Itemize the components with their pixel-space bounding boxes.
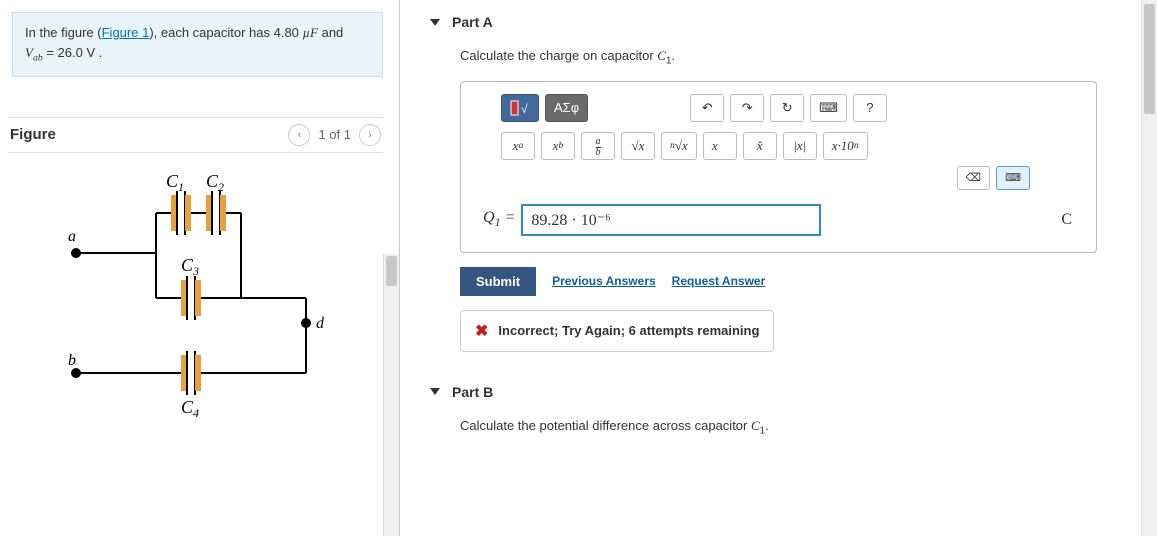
hat-button[interactable]: x̂ (743, 132, 777, 160)
keyboard-small-button[interactable]: ⌨ (996, 166, 1030, 190)
svg-text:C2: C2 (206, 173, 224, 194)
previous-answers-link[interactable]: Previous Answers (552, 274, 656, 288)
sqrt-box-icon[interactable]: √ (501, 94, 539, 122)
figure-scrollbar[interactable] (383, 254, 399, 536)
backspace-button[interactable]: ⌫ (957, 166, 991, 190)
request-answer-link[interactable]: Request Answer (672, 274, 766, 288)
part-a-title: Part A (452, 14, 493, 30)
undo-button[interactable]: ↶ (690, 94, 724, 122)
figure-title: Figure (10, 126, 56, 143)
part-a-header[interactable]: Part A (400, 8, 1157, 36)
answer-input[interactable]: 89.28 · 10⁻⁶ (521, 204, 821, 236)
part-b-title: Part B (452, 384, 493, 400)
part-b-header[interactable]: Part B (400, 378, 1157, 406)
figure-nav-label: 1 of 1 (318, 127, 351, 142)
equation-editor: √ ΑΣφ ↶ ↷ ↻ ⌨ ? xa xb ab √x n√x x⃗ x̂ |x… (460, 81, 1097, 253)
submit-button[interactable]: Submit (460, 267, 536, 296)
figure-header: Figure ‹ 1 of 1 › (8, 117, 383, 153)
figure-prev-button[interactable]: ‹ (288, 124, 310, 146)
help-button[interactable]: ? (853, 94, 887, 122)
fraction-button[interactable]: ab (581, 132, 615, 160)
feedback-box: ✖ Incorrect; Try Again; 6 attempts remai… (460, 310, 774, 352)
keyboard-button[interactable]: ⌨ (810, 94, 847, 122)
svg-text:C4: C4 (181, 397, 199, 420)
svg-text:C1: C1 (166, 173, 184, 194)
svg-text:b: b (68, 352, 76, 369)
subscript-button[interactable]: xb (541, 132, 575, 160)
abs-button[interactable]: |x| (783, 132, 817, 160)
svg-text:d: d (316, 315, 325, 332)
answer-unit: C (1061, 211, 1072, 229)
scientific-button[interactable]: x·10n (823, 132, 868, 160)
superscript-button[interactable]: xa (501, 132, 535, 160)
page-scrollbar[interactable] (1141, 0, 1157, 536)
feedback-text: Incorrect; Try Again; 6 attempts remaini… (498, 323, 759, 338)
incorrect-icon: ✖ (475, 321, 488, 341)
answer-variable: Q1 = (483, 209, 515, 230)
vector-button[interactable]: x⃗ (703, 132, 737, 160)
problem-prefix: In the figure ( (25, 25, 102, 40)
svg-text:√: √ (521, 102, 528, 116)
svg-text:C3: C3 (181, 255, 199, 278)
part-a-prompt: Calculate the charge on capacitor C1. (460, 40, 1097, 81)
redo-button[interactable]: ↷ (730, 94, 764, 122)
problem-statement: In the figure (Figure 1), each capacitor… (12, 12, 383, 77)
collapse-icon (430, 19, 440, 26)
figure-link[interactable]: Figure 1 (102, 25, 150, 40)
collapse-icon (430, 388, 440, 395)
terminal-a-label: a (68, 228, 76, 245)
figure-next-button[interactable]: › (359, 124, 381, 146)
circuit-figure: a C1 C2 C3 d b (46, 173, 346, 423)
reset-button[interactable]: ↻ (770, 94, 804, 122)
nroot-button[interactable]: n√x (661, 132, 697, 160)
templates-button[interactable]: ΑΣφ (545, 94, 588, 122)
part-b-prompt: Calculate the potential difference acros… (460, 410, 1097, 451)
sqrt-button[interactable]: √x (621, 132, 655, 160)
